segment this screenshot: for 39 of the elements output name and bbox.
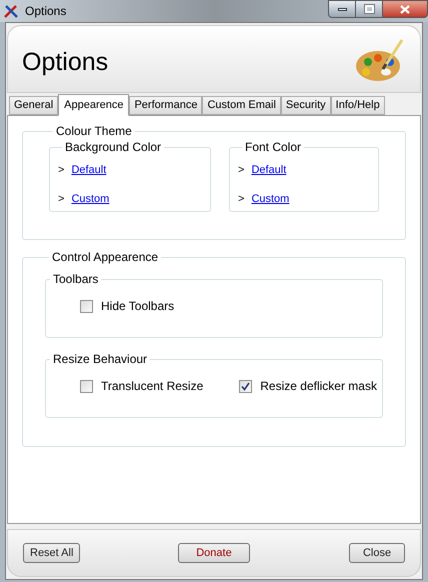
group-title: Font Color — [244, 140, 302, 154]
checkbox-label: Resize deflicker mask — [260, 378, 377, 395]
tools-icon — [3, 3, 19, 19]
header-title: Options — [22, 47, 108, 78]
dialog-button[interactable]: Donate — [178, 543, 250, 563]
checkbox-label: Hide Toolbars — [101, 298, 174, 315]
close-button[interactable] — [382, 0, 428, 18]
dialog-button[interactable]: Close — [349, 543, 405, 563]
checkbox[interactable] — [80, 300, 93, 312]
tab[interactable]: Performance — [129, 96, 202, 115]
bullet-marker: > — [238, 163, 244, 178]
tab[interactable]: Info/Help — [330, 96, 385, 115]
maximize-button[interactable] — [356, 0, 382, 18]
bullet-marker: > — [58, 163, 64, 178]
group-title: Colour Theme — [55, 124, 133, 138]
group-title: Control Appearence — [51, 250, 160, 264]
group-title: Toolbars — [52, 272, 100, 286]
checkbox[interactable] — [80, 380, 93, 392]
bullet-marker: > — [58, 192, 64, 206]
checkbox-label: Translucent Resize — [101, 378, 204, 395]
minimize-button[interactable] — [328, 0, 356, 18]
bullet-marker: > — [238, 192, 244, 206]
tab[interactable]: Security — [280, 96, 331, 115]
color-link[interactable]: Custom — [71, 190, 110, 207]
group-title: Resize Behaviour — [52, 352, 148, 366]
close-icon — [400, 4, 410, 14]
color-link[interactable]: Default — [71, 162, 106, 178]
color-link[interactable]: Default — [251, 162, 286, 178]
tab[interactable]: General — [9, 96, 58, 115]
tab[interactable]: Appearence — [58, 94, 130, 116]
minimize-icon — [338, 8, 346, 10]
checkbox[interactable] — [239, 380, 252, 392]
dialog-button[interactable]: Reset All — [23, 543, 80, 563]
palette-icon — [354, 36, 406, 84]
window-title: Options — [25, 3, 66, 20]
maximize-icon — [364, 5, 374, 13]
group-title: Background Color — [64, 140, 162, 154]
tab[interactable]: Custom Email — [202, 96, 281, 115]
color-link[interactable]: Custom — [251, 190, 290, 207]
